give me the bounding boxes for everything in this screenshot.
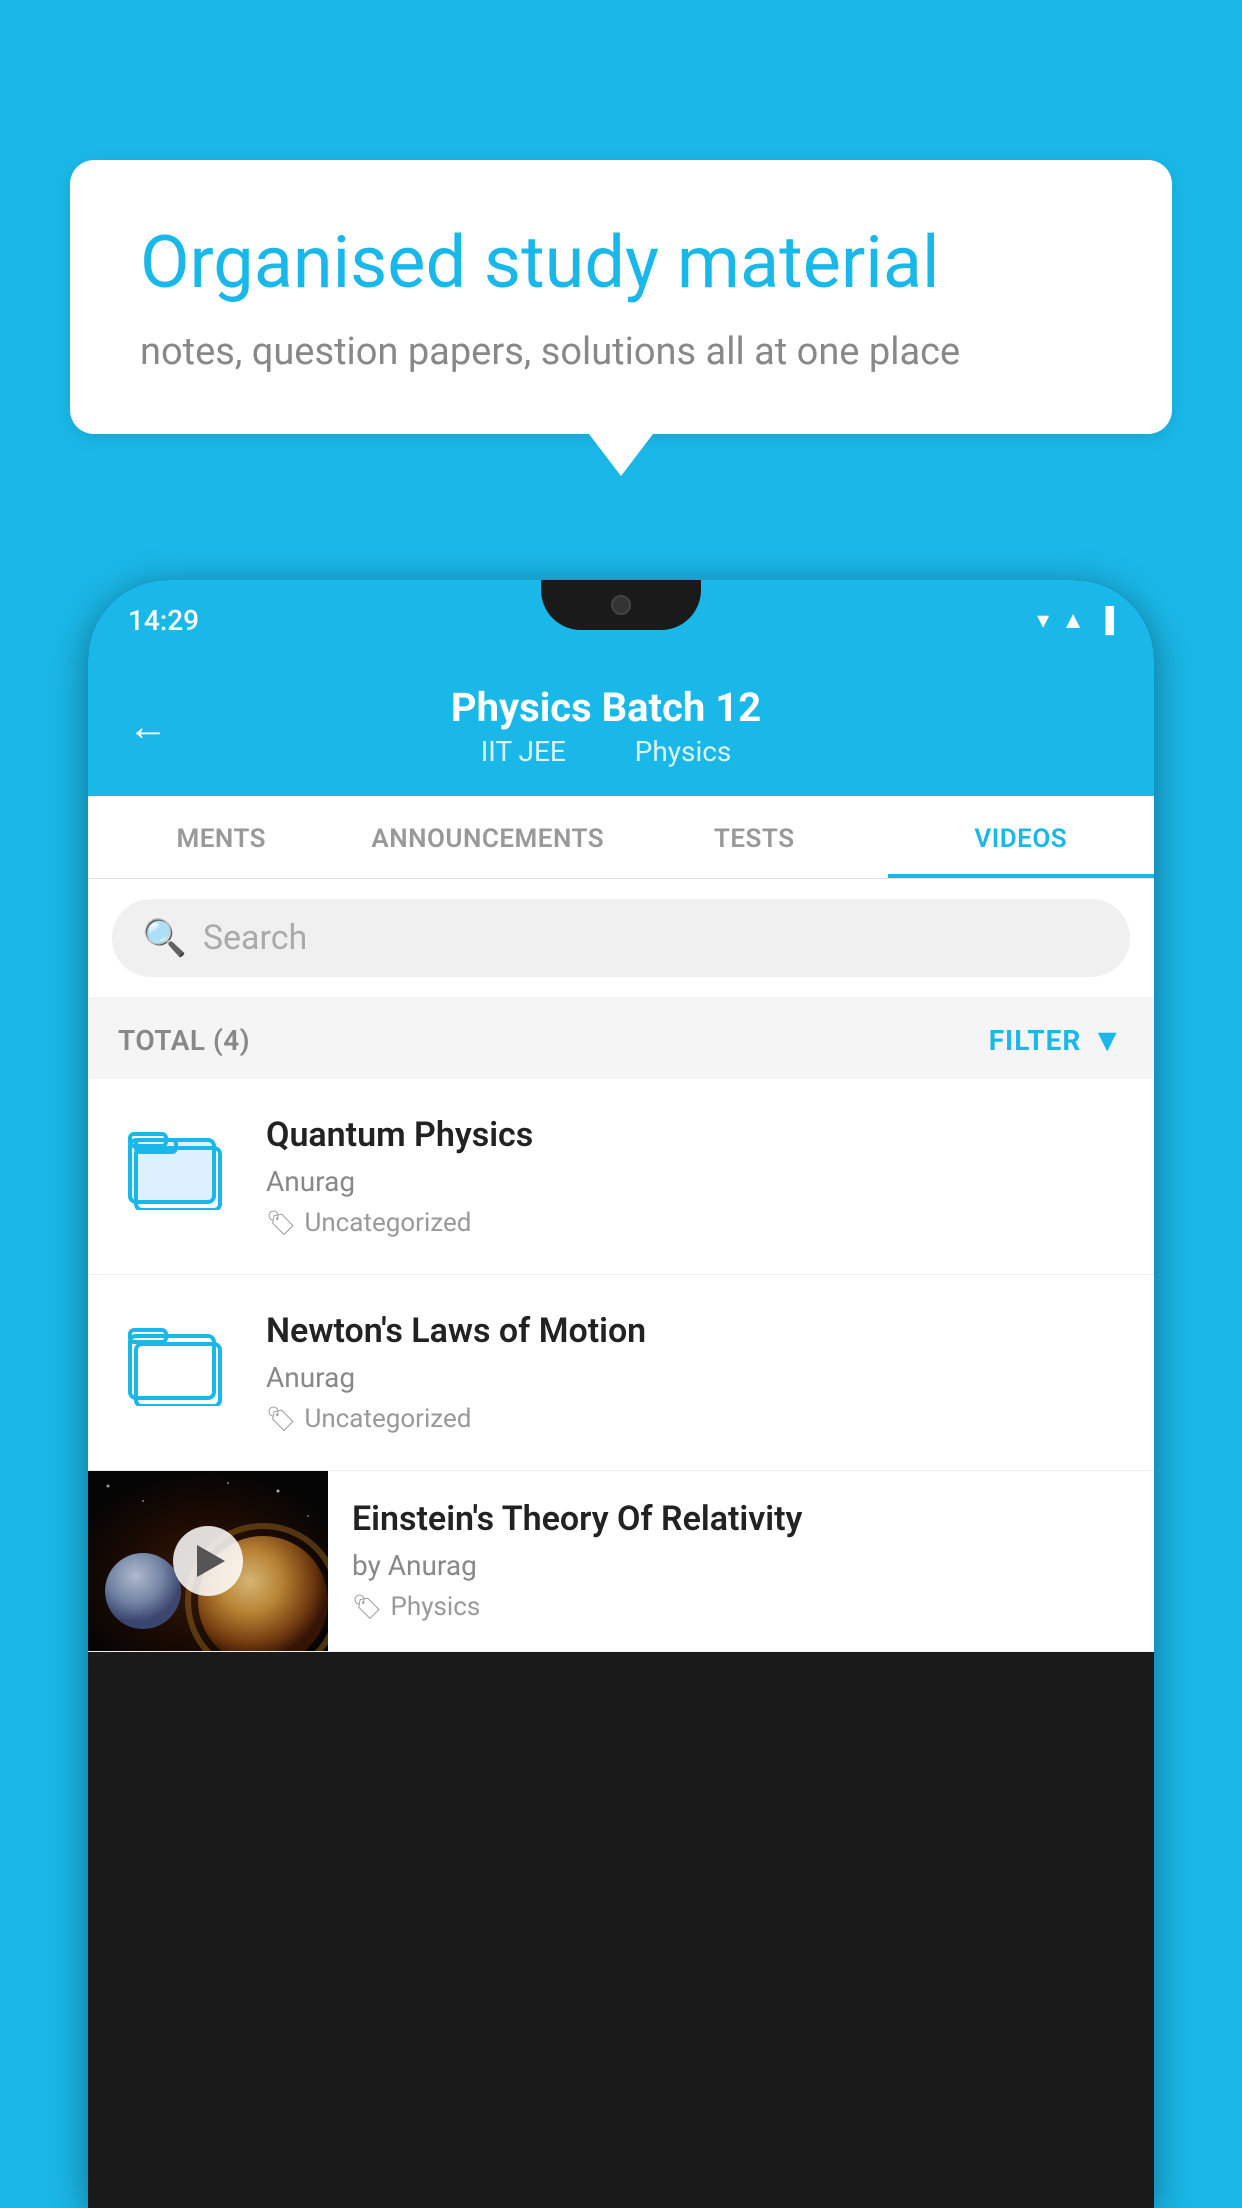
list-item[interactable]: Quantum Physics Anurag 🏷 Uncategorized <box>88 1079 1154 1275</box>
tag-label: Physics <box>390 1592 480 1622</box>
tag-icon: 🏷 <box>266 1405 296 1433</box>
app-header: ← Physics Batch 12 IIT JEE Physics <box>88 660 1154 796</box>
video-author: Anurag <box>266 1361 1124 1394</box>
video-author: by Anurag <box>352 1549 1130 1582</box>
tab-videos[interactable]: VIDEOS <box>888 796 1155 878</box>
folder-thumbnail <box>118 1311 238 1411</box>
header-subtitle-left: IIT JEE <box>481 735 566 768</box>
list-item[interactable]: Newton's Laws of Motion Anurag 🏷 Uncateg… <box>88 1275 1154 1471</box>
header-title: Physics Batch 12 <box>198 684 1014 731</box>
filter-label: FILTER <box>989 1024 1082 1057</box>
tag-label: Uncategorized <box>304 1404 471 1434</box>
speech-bubble-card: Organised study material notes, question… <box>70 160 1172 434</box>
tabs-bar: MENTS ANNOUNCEMENTS TESTS VIDEOS <box>88 796 1154 879</box>
tag-icon: 🏷 <box>352 1593 382 1621</box>
phone-mockup: 14:29 ▾ ▲ ▐ ← Physics Batch 12 IIT JEE P… <box>88 580 1154 2208</box>
header-subtitle-sep <box>597 735 611 768</box>
speech-bubble-section: Organised study material notes, question… <box>70 160 1172 476</box>
play-button[interactable] <box>173 1526 243 1596</box>
tab-ments[interactable]: MENTS <box>88 796 355 878</box>
video-author: Anurag <box>266 1165 1124 1198</box>
list-item[interactable]: Einstein's Theory Of Relativity by Anura… <box>88 1471 1154 1652</box>
video-title: Einstein's Theory Of Relativity <box>352 1499 1130 1539</box>
video-info: Einstein's Theory Of Relativity by Anura… <box>328 1471 1154 1650</box>
video-tag: 🏷 Physics <box>352 1592 1130 1622</box>
tag-label: Uncategorized <box>304 1208 471 1238</box>
filter-button[interactable]: FILTER ▼ <box>989 1021 1124 1059</box>
play-icon <box>197 1545 225 1577</box>
video-title: Newton's Laws of Motion <box>266 1311 1124 1351</box>
video-tag: 🏷 Uncategorized <box>266 1404 1124 1434</box>
header-subtitle-right: Physics <box>635 735 732 768</box>
status-icons: ▾ ▲ ▐ <box>1037 606 1114 635</box>
filter-icon: ▼ <box>1091 1021 1124 1059</box>
status-bar: 14:29 ▾ ▲ ▐ <box>88 580 1154 660</box>
tag-icon: 🏷 <box>266 1209 296 1237</box>
bubble-subtitle: notes, question papers, solutions all at… <box>140 330 1102 374</box>
video-info: Quantum Physics Anurag 🏷 Uncategorized <box>266 1115 1124 1238</box>
video-tag: 🏷 Uncategorized <box>266 1208 1124 1238</box>
back-button[interactable]: ← <box>128 703 168 750</box>
header-subtitle: IIT JEE Physics <box>198 735 1014 768</box>
phone-notch <box>541 580 701 630</box>
video-title: Quantum Physics <box>266 1115 1124 1155</box>
video-info: Newton's Laws of Motion Anurag 🏷 Uncateg… <box>266 1311 1124 1434</box>
search-input[interactable]: Search <box>203 918 307 958</box>
status-time: 14:29 <box>128 604 199 637</box>
folder-icon <box>128 1120 228 1210</box>
battery-icon: ▐ <box>1097 606 1114 635</box>
search-bar-wrapper: 🔍 Search <box>88 879 1154 997</box>
video-list: Quantum Physics Anurag 🏷 Uncategorized N… <box>88 1079 1154 1652</box>
search-bar[interactable]: 🔍 Search <box>112 899 1130 977</box>
folder-thumbnail <box>118 1115 238 1215</box>
wifi-icon: ▾ <box>1037 606 1049 634</box>
phone-camera <box>611 595 631 615</box>
tab-tests[interactable]: TESTS <box>621 796 888 878</box>
bubble-title: Organised study material <box>140 220 1102 306</box>
video-thumbnail <box>88 1471 328 1651</box>
bubble-arrow <box>589 434 653 476</box>
header-title-block: Physics Batch 12 IIT JEE Physics <box>198 684 1014 768</box>
signal-icon: ▲ <box>1061 606 1085 635</box>
filter-row: TOTAL (4) FILTER ▼ <box>88 997 1154 1079</box>
tab-announcements[interactable]: ANNOUNCEMENTS <box>355 796 622 878</box>
total-count: TOTAL (4) <box>118 1024 250 1057</box>
folder-icon <box>128 1316 228 1406</box>
search-icon: 🔍 <box>142 917 187 959</box>
